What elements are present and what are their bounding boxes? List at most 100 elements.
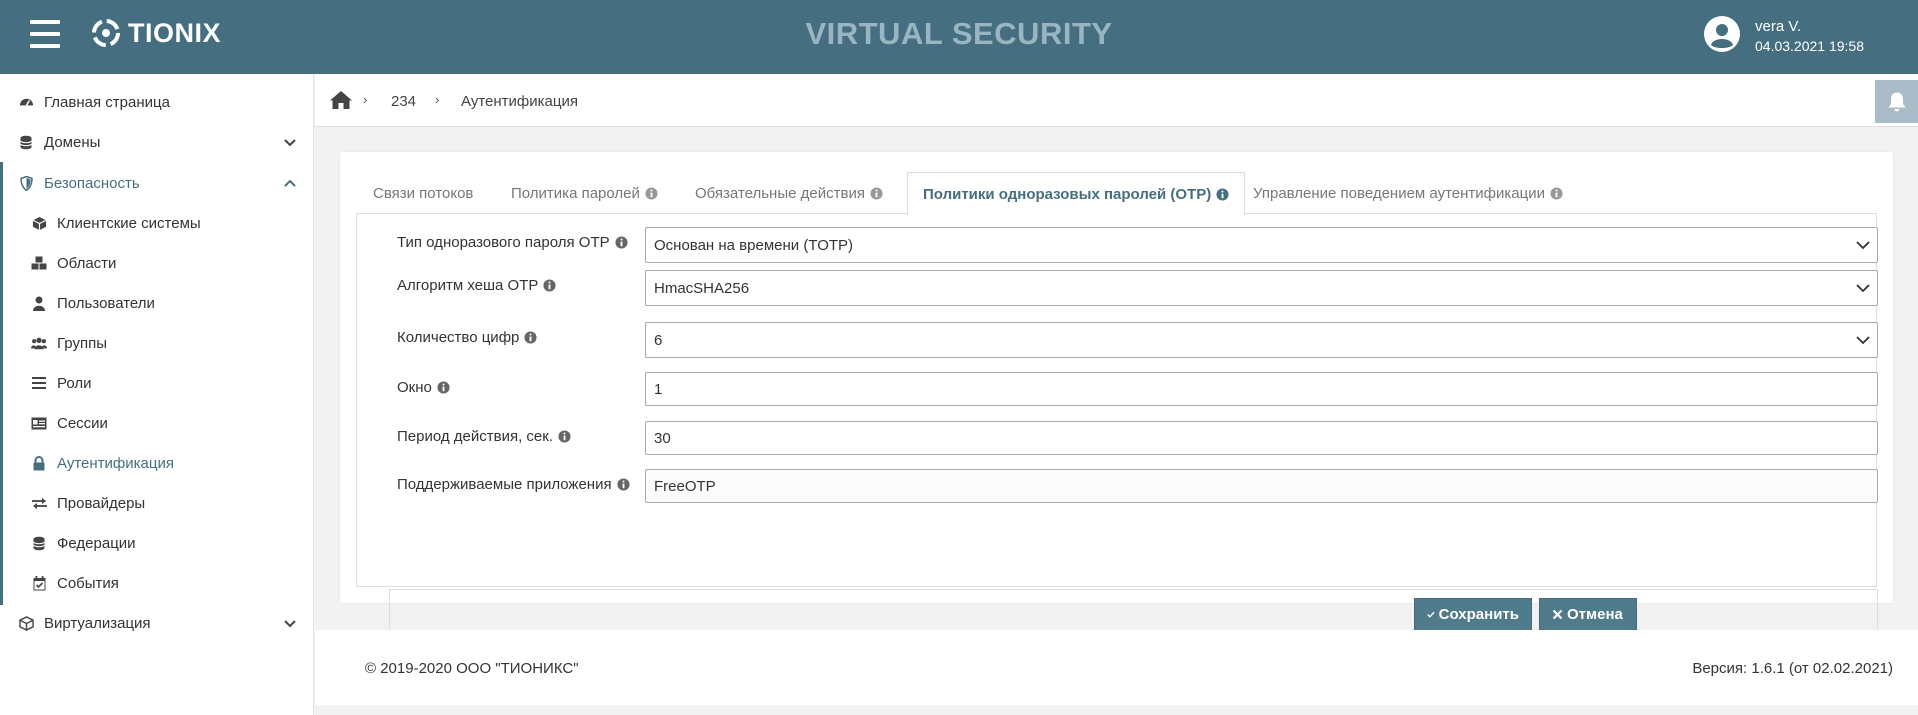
window-label: Окно: [397, 379, 450, 396]
chevron-down-icon: [284, 139, 296, 147]
list-icon: [31, 375, 47, 391]
sidebar-item-providers[interactable]: Провайдеры: [31, 483, 291, 523]
sidebar-item-authentication[interactable]: Аутентификация: [31, 443, 291, 483]
sidebar-item-label: Главная страница: [44, 93, 170, 111]
chevron-up-icon: [284, 179, 296, 187]
breadcrumb: › 234 › Аутентификация: [315, 74, 1918, 127]
info-icon: [645, 187, 658, 200]
hash-algorithm-select[interactable]: HmacSHA256: [645, 270, 1878, 306]
sidebar: Главная страница Домены Безопасность Кли…: [0, 74, 314, 715]
version-text: Версия: 1.6.1 (от 02.02.2021): [1692, 660, 1893, 677]
sidebar-item-security[interactable]: Безопасность: [18, 163, 298, 203]
check-icon: [1427, 611, 1435, 618]
sidebar-item-label: Сессии: [57, 414, 108, 432]
tab-flow-bindings[interactable]: Связи потоков: [373, 172, 473, 214]
user-icon: [31, 295, 47, 311]
user-avatar-icon[interactable]: [1704, 16, 1740, 52]
info-icon[interactable]: [524, 331, 537, 344]
cube-outline-icon: [18, 615, 34, 631]
users-icon: [31, 335, 47, 351]
tab-otp-policy[interactable]: Политики одноразовых паролей (OTP): [907, 172, 1246, 215]
exchange-icon: [31, 495, 47, 511]
tab-label: Обязательные действия: [695, 185, 865, 202]
field-label-text: Период действия, сек.: [397, 428, 553, 445]
button-label: Отмена: [1567, 606, 1623, 623]
save-button[interactable]: Сохранить: [1414, 598, 1532, 631]
digits-select[interactable]: 6: [645, 322, 1878, 358]
chevron-down-icon: [284, 620, 296, 628]
main-card: Связи потоков Политика паролей Обязатель…: [340, 152, 1893, 639]
field-label-text: Алгоритм хеша OTP: [397, 277, 539, 294]
sidebar-item-users[interactable]: Пользователи: [31, 283, 291, 323]
sidebar-item-roles[interactable]: Роли: [31, 363, 291, 403]
chevron-down-icon: [1856, 336, 1870, 345]
sidebar-item-label: Клиентские системы: [57, 214, 201, 232]
database-icon: [31, 535, 47, 551]
sidebar-item-virtualization[interactable]: Виртуализация: [18, 603, 298, 643]
close-icon: [1552, 609, 1563, 620]
otp-policy-form: Тип одноразового пароля OTP Основан на в…: [356, 214, 1878, 639]
chevron-down-icon: [1856, 241, 1870, 250]
supported-apps-field: FreeOTP: [645, 469, 1878, 503]
digits-label: Количество цифр: [397, 329, 537, 346]
select-value: HmacSHA256: [654, 279, 750, 297]
top-bar: TIONIX VIRTUAL SECURITY vera V. 04.03.20…: [0, 0, 1918, 74]
tab-label: Управление поведением аутентификации: [1253, 185, 1545, 202]
tab-password-policy[interactable]: Политика паролей: [511, 172, 658, 214]
sidebar-item-label: Провайдеры: [57, 494, 146, 512]
sidebar-item-domains[interactable]: Домены: [18, 122, 298, 162]
input-value: 1: [654, 380, 663, 398]
input-value: FreeOTP: [654, 477, 716, 495]
info-icon[interactable]: [617, 478, 630, 491]
otp-type-select[interactable]: Основан на времени (TOTP): [645, 227, 1878, 263]
sidebar-item-label: Виртуализация: [44, 614, 151, 632]
sidebar-item-label: Федерации: [57, 534, 136, 552]
breadcrumb-item[interactable]: 234: [391, 93, 416, 110]
copyright-text: © 2019-2020 ООО "ТИОНИКС": [365, 660, 579, 677]
notifications-button[interactable]: [1875, 80, 1918, 123]
sidebar-item-sessions[interactable]: Сессии: [31, 403, 291, 443]
supported-apps-label: Поддерживаемые приложения: [397, 476, 630, 493]
database-icon: [18, 134, 34, 150]
tab-required-actions[interactable]: Обязательные действия: [695, 172, 883, 214]
sidebar-item-groups[interactable]: Группы: [31, 323, 291, 363]
sidebar-item-events[interactable]: События: [31, 563, 291, 603]
cancel-button[interactable]: Отмена: [1539, 598, 1637, 631]
shield-icon: [18, 175, 34, 191]
info-icon[interactable]: [543, 279, 556, 292]
window-input[interactable]: 1: [645, 372, 1878, 406]
sidebar-item-realms[interactable]: Области: [31, 243, 291, 283]
period-label: Период действия, сек.: [397, 428, 571, 445]
sidebar-item-home[interactable]: Главная страница: [18, 82, 298, 122]
info-icon: [1216, 188, 1229, 201]
breadcrumb-separator: ›: [363, 92, 368, 107]
app-title: VIRTUAL SECURITY: [805, 16, 1113, 51]
calendar-check-icon: [31, 575, 47, 591]
sidebar-item-label: Роли: [57, 374, 92, 392]
sidebar-item-label: Группы: [57, 334, 107, 352]
input-value: 30: [654, 429, 671, 447]
button-label: Сохранить: [1438, 606, 1519, 623]
user-datetime: 04.03.2021 19:58: [1755, 38, 1864, 54]
home-icon[interactable]: [329, 90, 353, 110]
user-name[interactable]: vera V.: [1755, 18, 1801, 35]
info-icon[interactable]: [437, 381, 450, 394]
section-indicator: [0, 162, 3, 605]
tab-authentication-flows[interactable]: Управление поведением аутентификации: [1253, 172, 1563, 214]
footer: © 2019-2020 ООО "ТИОНИКС" Версия: 1.6.1 …: [315, 630, 1918, 705]
sidebar-item-label: Пользователи: [57, 294, 155, 312]
sidebar-item-federations[interactable]: Федерации: [31, 523, 291, 563]
sidebar-item-label: События: [57, 574, 119, 592]
sidebar-item-label: Безопасность: [44, 174, 140, 192]
sidebar-item-client-systems[interactable]: Клиентские системы: [31, 203, 291, 243]
breadcrumb-item-current: Аутентификация: [461, 93, 578, 110]
field-label-text: Количество цифр: [397, 329, 520, 346]
info-icon[interactable]: [558, 430, 571, 443]
info-icon[interactable]: [615, 236, 628, 249]
bell-icon: [1888, 92, 1905, 111]
field-label-text: Окно: [397, 379, 432, 396]
info-icon: [1550, 187, 1563, 200]
info-icon: [870, 187, 883, 200]
select-value: Основан на времени (TOTP): [654, 236, 854, 254]
period-input[interactable]: 30: [645, 421, 1878, 455]
